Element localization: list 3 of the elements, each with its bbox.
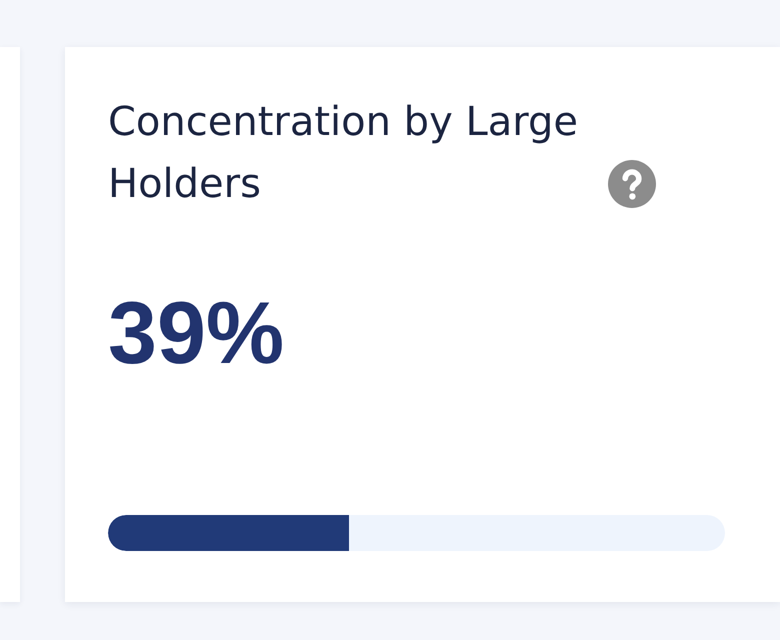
help-icon[interactable]	[608, 160, 656, 208]
metric-value: 39%	[108, 289, 284, 377]
card-title: Concentration by Large Holders	[108, 98, 579, 209]
